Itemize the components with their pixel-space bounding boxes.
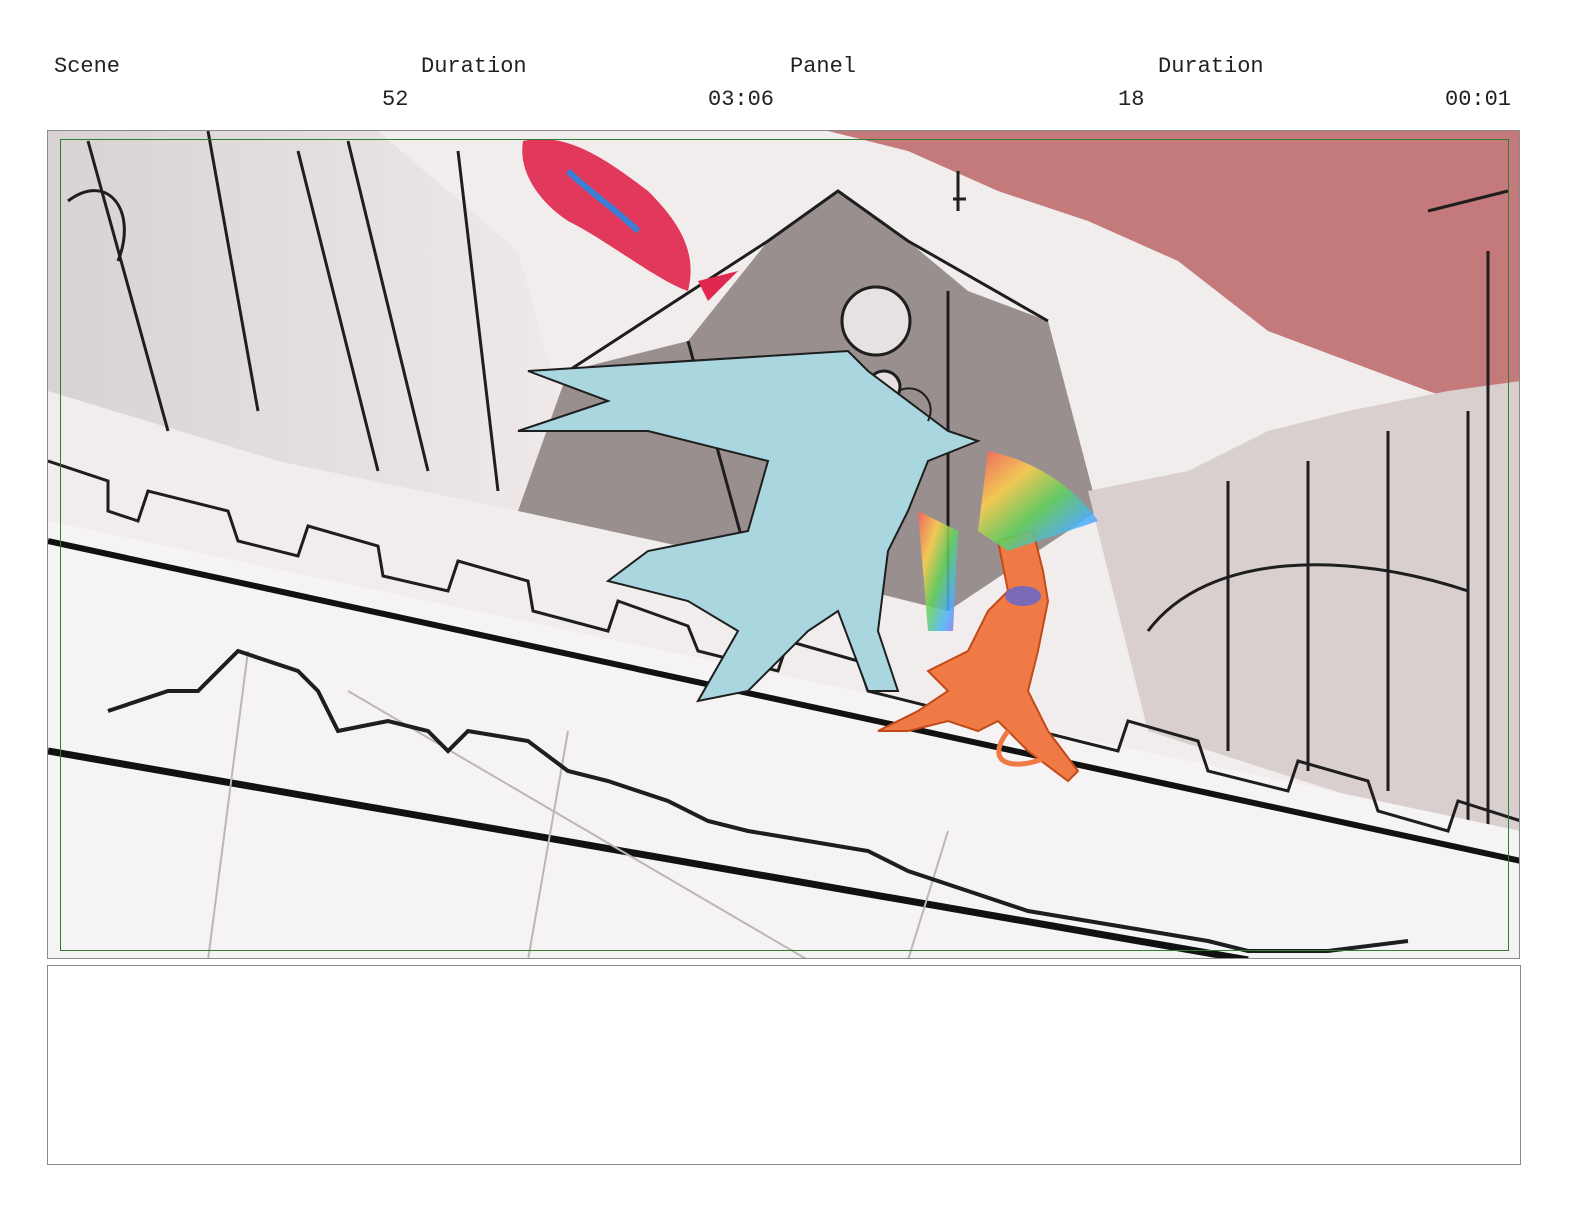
- panel-label: Panel: [790, 54, 857, 79]
- scene-label: Scene: [54, 54, 121, 79]
- panel-illustration: [48, 131, 1519, 958]
- scene-duration-label: Duration: [421, 54, 527, 79]
- storyboard-panel: [47, 130, 1520, 959]
- notes-box: [47, 965, 1521, 1165]
- panel-duration-value: 00:01: [1445, 87, 1512, 112]
- panel-number: 18: [1118, 87, 1145, 112]
- scene-number: 52: [382, 87, 409, 112]
- scene-duration-value: 03:06: [708, 87, 775, 112]
- panel-duration-label: Duration: [1158, 54, 1264, 79]
